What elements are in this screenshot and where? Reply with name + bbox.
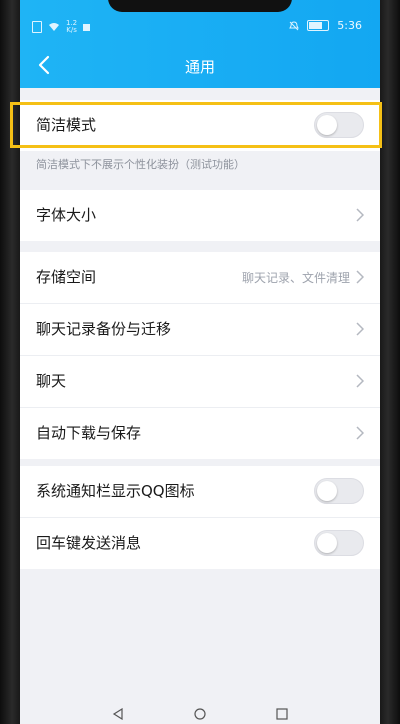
chat-backup-row[interactable]: 聊天记录备份与迁移 — [20, 304, 380, 356]
auto-download-row[interactable]: 自动下载与保存 — [20, 408, 380, 459]
sim-icon — [32, 21, 42, 33]
chevron-right-icon — [356, 270, 364, 284]
storage-section: 存储空间 聊天记录、文件清理 聊天记录备份与迁移 聊天 自动下载与保存 — [20, 252, 380, 459]
chevron-right-icon — [356, 374, 364, 388]
bell-mute-icon — [289, 20, 300, 30]
notch — [108, 0, 292, 12]
toggle-knob — [317, 481, 337, 501]
notification-icon — [83, 23, 91, 31]
simple-mode-section: 简洁模式 — [20, 100, 380, 151]
chevron-right-icon — [356, 426, 364, 440]
page-title: 通用 — [184, 58, 215, 76]
nav-home-icon[interactable] — [194, 708, 206, 720]
status-time: 5:36 — [337, 19, 362, 32]
system-nav-bar — [20, 700, 380, 724]
simple-mode-hint: 简洁模式下不展示个性化装扮（测试功能） — [36, 158, 245, 171]
status-bar: 1.2 K/s 5:36 — [20, 16, 380, 38]
nav-recent-icon[interactable] — [276, 708, 288, 720]
header: 1.2 K/s 5:36 通用 — [20, 0, 380, 88]
nav-back-icon[interactable] — [112, 708, 124, 720]
simple-mode-toggle[interactable] — [314, 112, 364, 138]
net-speed-unit: K/s — [66, 26, 77, 34]
toggles-section: 系统通知栏显示QQ图标 回车键发送消息 — [20, 466, 380, 569]
toggle-knob — [317, 115, 337, 135]
enter-send-toggle[interactable] — [314, 530, 364, 556]
storage-sub: 聊天记录、文件清理 — [241, 271, 350, 285]
font-size-section: 字体大小 — [20, 190, 380, 241]
chevron-right-icon — [356, 322, 364, 336]
chat-label: 聊天 — [36, 372, 67, 390]
chat-backup-label: 聊天记录备份与迁移 — [36, 320, 172, 338]
chat-row[interactable]: 聊天 — [20, 356, 380, 408]
font-size-row[interactable]: 字体大小 — [20, 190, 380, 241]
qq-icon-toggle[interactable] — [314, 478, 364, 504]
chevron-right-icon — [356, 208, 364, 222]
font-size-label: 字体大小 — [36, 206, 97, 224]
qq-icon-label: 系统通知栏显示QQ图标 — [36, 482, 195, 500]
enter-send-row: 回车键发送消息 — [20, 518, 380, 569]
enter-send-label: 回车键发送消息 — [36, 534, 142, 552]
wifi-icon — [49, 23, 59, 31]
storage-label: 存储空间 — [36, 268, 97, 286]
net-speed: 1.2 K/s — [66, 20, 77, 34]
battery-icon — [307, 20, 330, 31]
qq-icon-row: 系统通知栏显示QQ图标 — [20, 466, 380, 518]
simple-mode-row: 简洁模式 — [20, 100, 380, 151]
simple-mode-label: 简洁模式 — [36, 116, 97, 134]
storage-row[interactable]: 存储空间 聊天记录、文件清理 — [20, 252, 380, 304]
toggle-knob — [317, 533, 337, 553]
screen: 1.2 K/s 5:36 通用 简洁模式 简洁模式下不展示个性化装扮（测试功能）… — [20, 0, 380, 724]
auto-download-label: 自动下载与保存 — [36, 424, 142, 442]
